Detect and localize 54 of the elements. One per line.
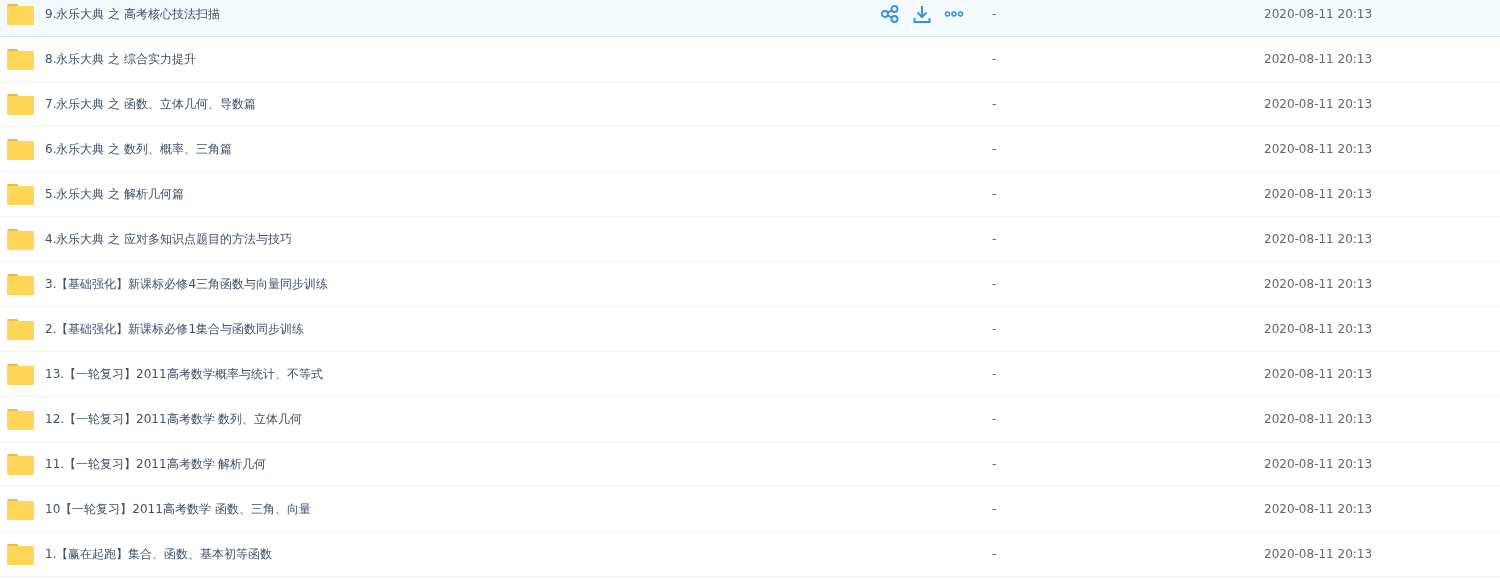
- file-size: -: [991, 457, 998, 471]
- folder-icon: [7, 543, 34, 565]
- file-name[interactable]: 2.【基础强化】新课标必修1集合与函数同步训练: [45, 320, 880, 338]
- share-icon[interactable]: [880, 4, 900, 24]
- folder-icon: [7, 363, 34, 385]
- modified-date: 2020-08-11 20:13: [1264, 142, 1373, 156]
- folder-icon: [7, 228, 34, 250]
- file-name[interactable]: 7.永乐大典 之 函数、立体几何、导数篇: [45, 95, 880, 113]
- file-name[interactable]: 10【一轮复习】2011高考数学 函数、三角、向量: [45, 500, 880, 518]
- modified-date: 2020-08-11 20:13: [1264, 412, 1373, 426]
- modified-date: 2020-08-11 20:13: [1264, 97, 1373, 111]
- file-size: -: [991, 412, 998, 426]
- file-name[interactable]: 5.永乐大典 之 解析几何篇: [45, 185, 880, 203]
- file-name[interactable]: 11.【一轮复习】2011高考数学 解析几何: [45, 455, 880, 473]
- file-size: -: [991, 142, 998, 156]
- file-size: -: [991, 547, 998, 561]
- file-name[interactable]: 13.【一轮复习】2011高考数学概率与统计、不等式: [45, 365, 880, 383]
- modified-date: 2020-08-11 20:13: [1264, 322, 1373, 336]
- file-name[interactable]: 8.永乐大典 之 综合实力提升: [45, 50, 880, 68]
- file-size: -: [991, 97, 998, 111]
- modified-date: 2020-08-11 20:13: [1264, 52, 1373, 66]
- folder-icon: [7, 3, 34, 25]
- modified-date: 2020-08-11 20:13: [1264, 367, 1373, 381]
- file-name[interactable]: 1.【赢在起跑】集合、函数、基本初等函数: [45, 545, 880, 563]
- folder-icon: [7, 498, 34, 520]
- file-size: -: [991, 232, 998, 246]
- modified-date: 2020-08-11 20:13: [1264, 187, 1373, 201]
- file-name[interactable]: 6.永乐大典 之 数列、概率、三角篇: [45, 140, 880, 158]
- folder-icon: [7, 183, 34, 205]
- modified-date: 2020-08-11 20:13: [1264, 502, 1373, 516]
- folder-icon: [7, 138, 34, 160]
- file-name[interactable]: 12.【一轮复习】2011高考数学 数列、立体几何: [45, 410, 880, 428]
- file-size: -: [991, 277, 998, 291]
- folder-icon: [7, 318, 34, 340]
- modified-date: 2020-08-11 20:13: [1264, 277, 1373, 291]
- file-size: -: [991, 52, 998, 66]
- folder-icon: [7, 273, 34, 295]
- file-name[interactable]: 9.永乐大典 之 高考核心技法扫描: [45, 5, 880, 23]
- download-icon[interactable]: [912, 4, 932, 24]
- modified-date: 2020-08-11 20:13: [1264, 232, 1373, 246]
- folder-icon: [7, 453, 34, 475]
- folder-icon: [7, 48, 34, 70]
- file-size: -: [991, 502, 998, 516]
- modified-date: 2020-08-11 20:13: [1264, 457, 1373, 471]
- file-name[interactable]: 4.永乐大典 之 应对多知识点题目的方法与技巧: [45, 230, 880, 248]
- file-size: -: [991, 7, 998, 21]
- file-size: -: [991, 187, 998, 201]
- modified-date: 2020-08-11 20:13: [1264, 547, 1373, 561]
- folder-icon: [7, 93, 34, 115]
- file-size: -: [991, 322, 998, 336]
- file-name[interactable]: 3.【基础强化】新课标必修4三角函数与向量同步训练: [45, 275, 880, 293]
- file-size: -: [991, 367, 998, 381]
- folder-icon: [7, 408, 34, 430]
- modified-date: 2020-08-11 20:13: [1264, 7, 1373, 21]
